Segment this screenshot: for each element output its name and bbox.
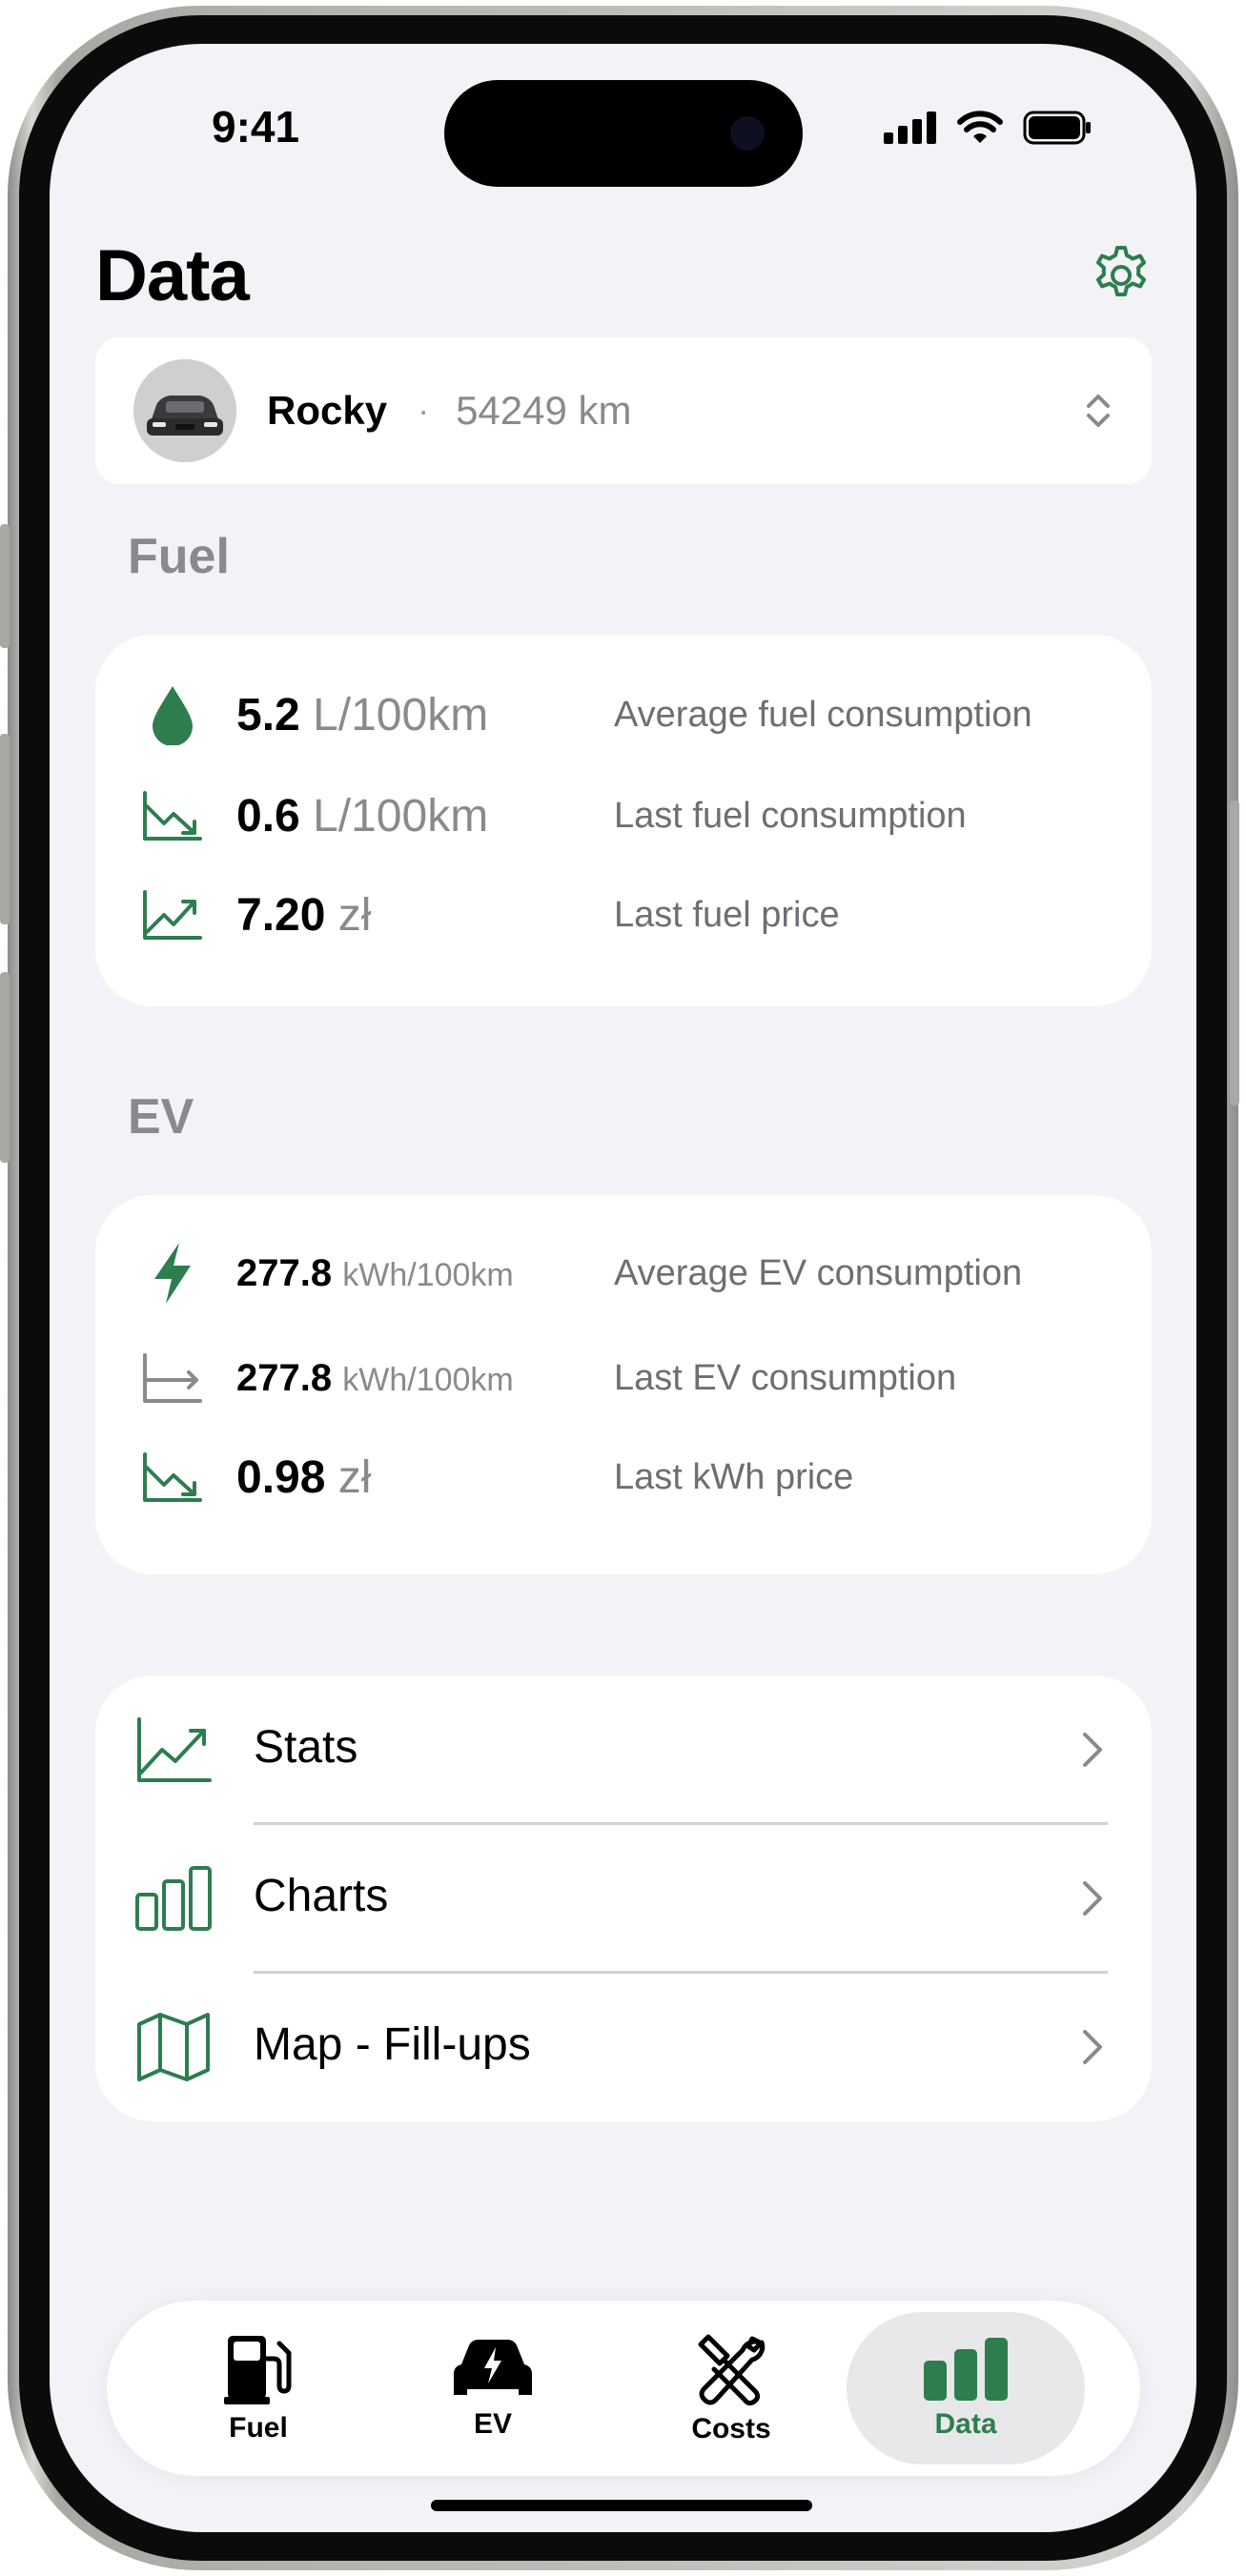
- ev-average-label: Average EV consumption: [614, 1252, 1023, 1293]
- fuel-row-price: 7.20 zł Last fuel price: [95, 877, 1152, 953]
- ev-average-unit: kWh/100km: [342, 1256, 514, 1293]
- chevron-right-icon: [1083, 2030, 1102, 2064]
- ev-row-last-consumption: 277.8 kWh/100km Last EV consumption: [95, 1340, 1152, 1416]
- vehicle-selector[interactable]: Rocky · 54249 km: [95, 337, 1152, 484]
- map-fillups-link-label: Map - Fill-ups: [254, 2019, 531, 2070]
- fuel-average-number: 5.2: [236, 689, 300, 740]
- map-icon: [137, 2013, 210, 2081]
- side-button: [1230, 801, 1239, 1105]
- ev-section-title: EV: [128, 1089, 194, 1145]
- chevron-right-icon: [1083, 1881, 1102, 1916]
- ev-row-price: 0.98 zł Last kWh price: [95, 1439, 1152, 1515]
- tab-ev[interactable]: EV: [374, 2301, 612, 2476]
- ev-car-icon: [454, 2340, 532, 2395]
- map-fillups-link[interactable]: Map - Fill-ups: [95, 1973, 1152, 2121]
- ev-price-value: 0.98 zł: [236, 1451, 371, 1504]
- ev-last-unit: kWh/100km: [342, 1361, 514, 1398]
- ev-price-unit: zł: [337, 1451, 372, 1503]
- fuel-price-value: 7.20 zł: [236, 889, 371, 942]
- bolt-icon: [139, 1240, 206, 1307]
- fuel-row-last-consumption: 0.6 L/100km Last fuel consumption: [95, 778, 1152, 854]
- fuel-last-value: 0.6 L/100km: [236, 790, 488, 842]
- tab-bar: Fuel EV Costs Data: [107, 2301, 1140, 2476]
- status-time: 9:41: [212, 102, 300, 152]
- charts-link-label: Charts: [254, 1871, 389, 1921]
- ev-last-number: 277.8: [236, 1356, 333, 1399]
- bar-chart-icon: [135, 1866, 212, 1931]
- tab-data-label: Data: [934, 2408, 997, 2440]
- drop-icon: [139, 681, 206, 748]
- tab-costs-label: Costs: [691, 2413, 771, 2444]
- links-card: Stats Charts Map - Fill-ups: [95, 1675, 1152, 2121]
- trend-up-icon: [139, 882, 206, 948]
- fuel-stats-card: 5.2 L/100km Average fuel consumption 0.6…: [95, 635, 1152, 1006]
- vehicle-separator: ·: [418, 391, 430, 430]
- vehicle-avatar: [133, 359, 236, 462]
- ev-stats-card: 277.8 kWh/100km Average EV consumption 2…: [95, 1195, 1152, 1574]
- battery-icon: [1023, 111, 1091, 145]
- ev-price-label: Last kWh price: [614, 1456, 854, 1497]
- home-indicator: [431, 2500, 812, 2511]
- fuel-price-unit: zł: [337, 889, 372, 941]
- ev-last-label: Last EV consumption: [614, 1357, 957, 1398]
- fuel-average-label: Average fuel consumption: [614, 694, 1032, 735]
- camera-icon: [730, 116, 765, 151]
- dynamic-island: [444, 80, 803, 187]
- fuel-section-title: Fuel: [128, 529, 230, 584]
- tab-data[interactable]: Data: [847, 2312, 1085, 2464]
- tab-ev-label: EV: [473, 2408, 513, 2440]
- volume-down-button: [0, 972, 10, 1163]
- cellular-signal-icon: [884, 112, 936, 144]
- tools-icon: [698, 2334, 766, 2406]
- fuel-pump-icon: [224, 2336, 292, 2404]
- vehicle-odometer: 54249 km: [456, 388, 632, 433]
- action-button: [0, 524, 10, 648]
- fuel-average-unit: L/100km: [313, 689, 489, 740]
- ev-average-number: 277.8: [236, 1251, 333, 1294]
- fuel-row-average: 5.2 L/100km Average fuel consumption: [95, 677, 1152, 753]
- fuel-price-number: 7.20: [236, 889, 326, 941]
- fuel-price-label: Last fuel price: [614, 894, 840, 935]
- trend-down-icon: [139, 1444, 206, 1511]
- tab-costs[interactable]: Costs: [612, 2301, 850, 2476]
- chevron-right-icon: [1083, 1733, 1102, 1767]
- page-title: Data: [95, 235, 250, 316]
- status-icons: [884, 111, 1092, 145]
- fuel-last-number: 0.6: [236, 790, 300, 842]
- ev-row-average: 277.8 kWh/100km Average EV consumption: [95, 1235, 1152, 1311]
- ev-last-value: 277.8 kWh/100km: [236, 1357, 514, 1400]
- trend-flat-icon: [139, 1345, 206, 1411]
- vehicle-name: Rocky: [267, 388, 388, 433]
- fuel-average-value: 5.2 L/100km: [236, 689, 488, 741]
- screen: 9:41 Data Rocky · 54249 km Fuel 5.2 L/10…: [50, 44, 1196, 2532]
- stats-link[interactable]: Stats: [95, 1675, 1152, 1824]
- tab-fuel-label: Fuel: [229, 2412, 288, 2444]
- settings-gear-icon[interactable]: [1090, 244, 1153, 307]
- tab-fuel[interactable]: Fuel: [139, 2301, 378, 2476]
- chevron-up-down-icon: [1087, 395, 1110, 427]
- fuel-last-label: Last fuel consumption: [614, 795, 967, 836]
- bar-chart-icon: [924, 2338, 1008, 2401]
- trend-down-icon: [139, 782, 206, 849]
- car-photo-icon: [133, 359, 236, 462]
- ev-price-number: 0.98: [236, 1451, 326, 1503]
- trend-up-icon: [137, 1717, 212, 1782]
- fuel-last-unit: L/100km: [313, 790, 489, 842]
- charts-link[interactable]: Charts: [95, 1824, 1152, 1973]
- ev-average-value: 277.8 kWh/100km: [236, 1252, 514, 1295]
- volume-up-button: [0, 734, 10, 924]
- stats-link-label: Stats: [254, 1722, 358, 1773]
- wifi-icon: [957, 111, 1003, 143]
